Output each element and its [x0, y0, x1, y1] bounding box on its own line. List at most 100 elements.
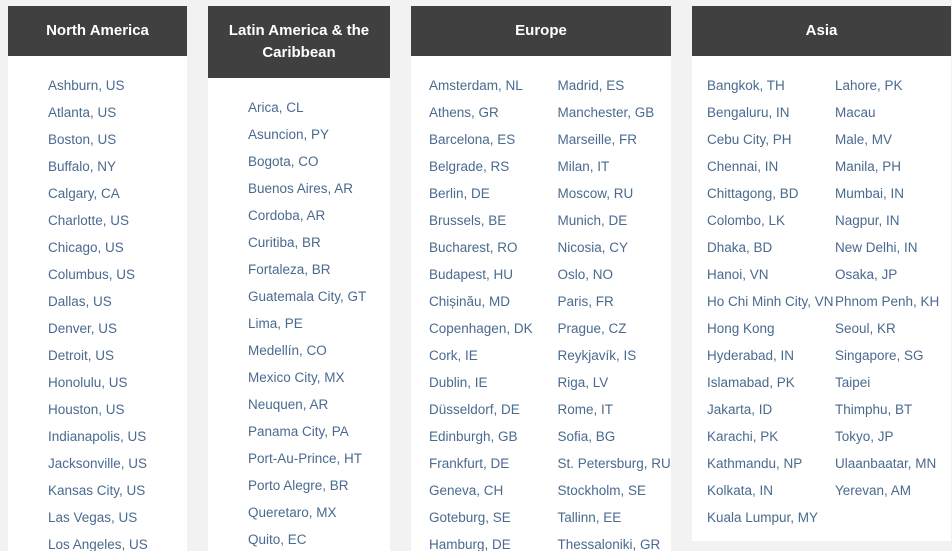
city-link-budapest-hu[interactable]: Budapest, HU — [429, 261, 543, 288]
city-link-bangkok-th[interactable]: Bangkok, TH — [707, 72, 823, 99]
city-link-mexico-city-mx[interactable]: Mexico City, MX — [248, 364, 390, 391]
city-link-medellin-co[interactable]: Medellín, CO — [248, 337, 390, 364]
city-link-dusseldorf-de[interactable]: Düsseldorf, DE — [429, 396, 543, 423]
city-link-ashburn-us[interactable]: Ashburn, US — [48, 72, 187, 99]
city-link-cordoba-ar[interactable]: Cordoba, AR — [248, 202, 390, 229]
city-link-goteburg-se[interactable]: Goteburg, SE — [429, 504, 543, 531]
city-link-chennai-in[interactable]: Chennai, IN — [707, 153, 823, 180]
city-link-detroit-us[interactable]: Detroit, US — [48, 342, 187, 369]
city-link-barcelona-es[interactable]: Barcelona, ES — [429, 126, 543, 153]
city-link-stockholm-se[interactable]: Stockholm, SE — [558, 477, 672, 504]
city-link-indianapolis-us[interactable]: Indianapolis, US — [48, 423, 187, 450]
city-link-kolkata-in[interactable]: Kolkata, IN — [707, 477, 823, 504]
city-link-belgrade-rs[interactable]: Belgrade, RS — [429, 153, 543, 180]
city-link-chittagong-bd[interactable]: Chittagong, BD — [707, 180, 823, 207]
city-link-tokyo-jp[interactable]: Tokyo, JP — [835, 423, 951, 450]
city-link-las-vegas-us[interactable]: Las Vegas, US — [48, 504, 187, 531]
city-link-houston-us[interactable]: Houston, US — [48, 396, 187, 423]
city-link-fortaleza-br[interactable]: Fortaleza, BR — [248, 256, 390, 283]
city-link-dhaka-bd[interactable]: Dhaka, BD — [707, 234, 823, 261]
city-link-milan-it[interactable]: Milan, IT — [558, 153, 672, 180]
city-link-macau[interactable]: Macau — [835, 99, 951, 126]
city-link-riga-lv[interactable]: Riga, LV — [558, 369, 672, 396]
city-link-jakarta-id[interactable]: Jakarta, ID — [707, 396, 823, 423]
city-link-ho-chi-minh-city-vn[interactable]: Ho Chi Minh City, VN — [707, 288, 834, 315]
city-link-charlotte-us[interactable]: Charlotte, US — [48, 207, 187, 234]
city-link-marseille-fr[interactable]: Marseille, FR — [558, 126, 672, 153]
city-link-calgary-ca[interactable]: Calgary, CA — [48, 180, 187, 207]
city-link-thessaloniki-gr[interactable]: Thessaloniki, GR — [558, 531, 672, 551]
city-link-queretaro-mx[interactable]: Queretaro, MX — [248, 499, 390, 526]
city-link-dallas-us[interactable]: Dallas, US — [48, 288, 187, 315]
city-link-islamabad-pk[interactable]: Islamabad, PK — [707, 369, 823, 396]
city-link-lahore-pk[interactable]: Lahore, PK — [835, 72, 951, 99]
city-link-sofia-bg[interactable]: Sofia, BG — [558, 423, 672, 450]
city-link-athens-gr[interactable]: Athens, GR — [429, 99, 543, 126]
city-link-moscow-ru[interactable]: Moscow, RU — [558, 180, 672, 207]
city-link-atlanta-us[interactable]: Atlanta, US — [48, 99, 187, 126]
city-link-bogota-co[interactable]: Bogota, CO — [248, 148, 390, 175]
city-link-taipei[interactable]: Taipei — [835, 369, 951, 396]
city-link-hanoi-vn[interactable]: Hanoi, VN — [707, 261, 823, 288]
city-link-arica-cl[interactable]: Arica, CL — [248, 94, 390, 121]
city-link-frankfurt-de[interactable]: Frankfurt, DE — [429, 450, 543, 477]
city-link-neuquen-ar[interactable]: Neuquen, AR — [248, 391, 390, 418]
city-link-bucharest-ro[interactable]: Bucharest, RO — [429, 234, 543, 261]
city-link-bengaluru-in[interactable]: Bengaluru, IN — [707, 99, 823, 126]
city-link-prague-cz[interactable]: Prague, CZ — [558, 315, 672, 342]
city-link-geneva-ch[interactable]: Geneva, CH — [429, 477, 543, 504]
city-link-reykjavik-is[interactable]: Reykjavík, IS — [558, 342, 672, 369]
city-link-paris-fr[interactable]: Paris, FR — [558, 288, 672, 315]
city-link-manila-ph[interactable]: Manila, PH — [835, 153, 951, 180]
city-link-phnom-penh-kh[interactable]: Phnom Penh, KH — [835, 288, 951, 315]
city-link-kuala-lumpur-my[interactable]: Kuala Lumpur, MY — [707, 504, 823, 531]
city-link-berlin-de[interactable]: Berlin, DE — [429, 180, 543, 207]
city-link-lima-pe[interactable]: Lima, PE — [248, 310, 390, 337]
city-link-boston-us[interactable]: Boston, US — [48, 126, 187, 153]
city-link-munich-de[interactable]: Munich, DE — [558, 207, 672, 234]
city-link-asuncion-py[interactable]: Asuncion, PY — [248, 121, 390, 148]
city-link-hamburg-de[interactable]: Hamburg, DE — [429, 531, 543, 551]
city-link-cork-ie[interactable]: Cork, IE — [429, 342, 543, 369]
city-link-singapore-sg[interactable]: Singapore, SG — [835, 342, 951, 369]
city-link-buffalo-ny[interactable]: Buffalo, NY — [48, 153, 187, 180]
city-link-jacksonville-us[interactable]: Jacksonville, US — [48, 450, 187, 477]
city-link-mumbai-in[interactable]: Mumbai, IN — [835, 180, 951, 207]
city-link-honolulu-us[interactable]: Honolulu, US — [48, 369, 187, 396]
city-link-copenhagen-dk[interactable]: Copenhagen, DK — [429, 315, 543, 342]
city-link-columbus-us[interactable]: Columbus, US — [48, 261, 187, 288]
city-link-chicago-us[interactable]: Chicago, US — [48, 234, 187, 261]
city-link-porto-alegre-br[interactable]: Porto Alegre, BR — [248, 472, 390, 499]
city-link-brussels-be[interactable]: Brussels, BE — [429, 207, 543, 234]
city-link-quito-ec[interactable]: Quito, EC — [248, 526, 390, 551]
city-link-osaka-jp[interactable]: Osaka, JP — [835, 261, 951, 288]
city-link-kansas-city-us[interactable]: Kansas City, US — [48, 477, 187, 504]
city-link-colombo-lk[interactable]: Colombo, LK — [707, 207, 823, 234]
city-link-edinburgh-gb[interactable]: Edinburgh, GB — [429, 423, 543, 450]
city-link-nicosia-cy[interactable]: Nicosia, CY — [558, 234, 672, 261]
city-link-curitiba-br[interactable]: Curitiba, BR — [248, 229, 390, 256]
city-link-thimphu-bt[interactable]: Thimphu, BT — [835, 396, 951, 423]
city-link-st-petersburg-ru[interactable]: St. Petersburg, RU — [558, 450, 672, 477]
city-link-buenos-aires-ar[interactable]: Buenos Aires, AR — [248, 175, 390, 202]
city-link-chisinau-md[interactable]: Chișinău, MD — [429, 288, 543, 315]
city-link-hyderabad-in[interactable]: Hyderabad, IN — [707, 342, 823, 369]
city-link-new-delhi-in[interactable]: New Delhi, IN — [835, 234, 951, 261]
city-link-cebu-city-ph[interactable]: Cebu City, PH — [707, 126, 823, 153]
city-link-hong-kong[interactable]: Hong Kong — [707, 315, 823, 342]
city-link-los-angeles-us[interactable]: Los Angeles, US — [48, 531, 187, 551]
city-link-oslo-no[interactable]: Oslo, NO — [558, 261, 672, 288]
city-link-kathmandu-np[interactable]: Kathmandu, NP — [707, 450, 823, 477]
city-link-tallinn-ee[interactable]: Tallinn, EE — [558, 504, 672, 531]
city-link-yerevan-am[interactable]: Yerevan, AM — [835, 477, 951, 504]
city-link-ulaanbaatar-mn[interactable]: Ulaanbaatar, MN — [835, 450, 951, 477]
city-link-denver-us[interactable]: Denver, US — [48, 315, 187, 342]
city-link-port-au-prince-ht[interactable]: Port-Au-Prince, HT — [248, 445, 390, 472]
city-link-nagpur-in[interactable]: Nagpur, IN — [835, 207, 951, 234]
city-link-karachi-pk[interactable]: Karachi, PK — [707, 423, 823, 450]
city-link-guatemala-city-gt[interactable]: Guatemala City, GT — [248, 283, 390, 310]
city-link-rome-it[interactable]: Rome, IT — [558, 396, 672, 423]
city-link-manchester-gb[interactable]: Manchester, GB — [558, 99, 672, 126]
city-link-panama-city-pa[interactable]: Panama City, PA — [248, 418, 390, 445]
city-link-madrid-es[interactable]: Madrid, ES — [558, 72, 672, 99]
